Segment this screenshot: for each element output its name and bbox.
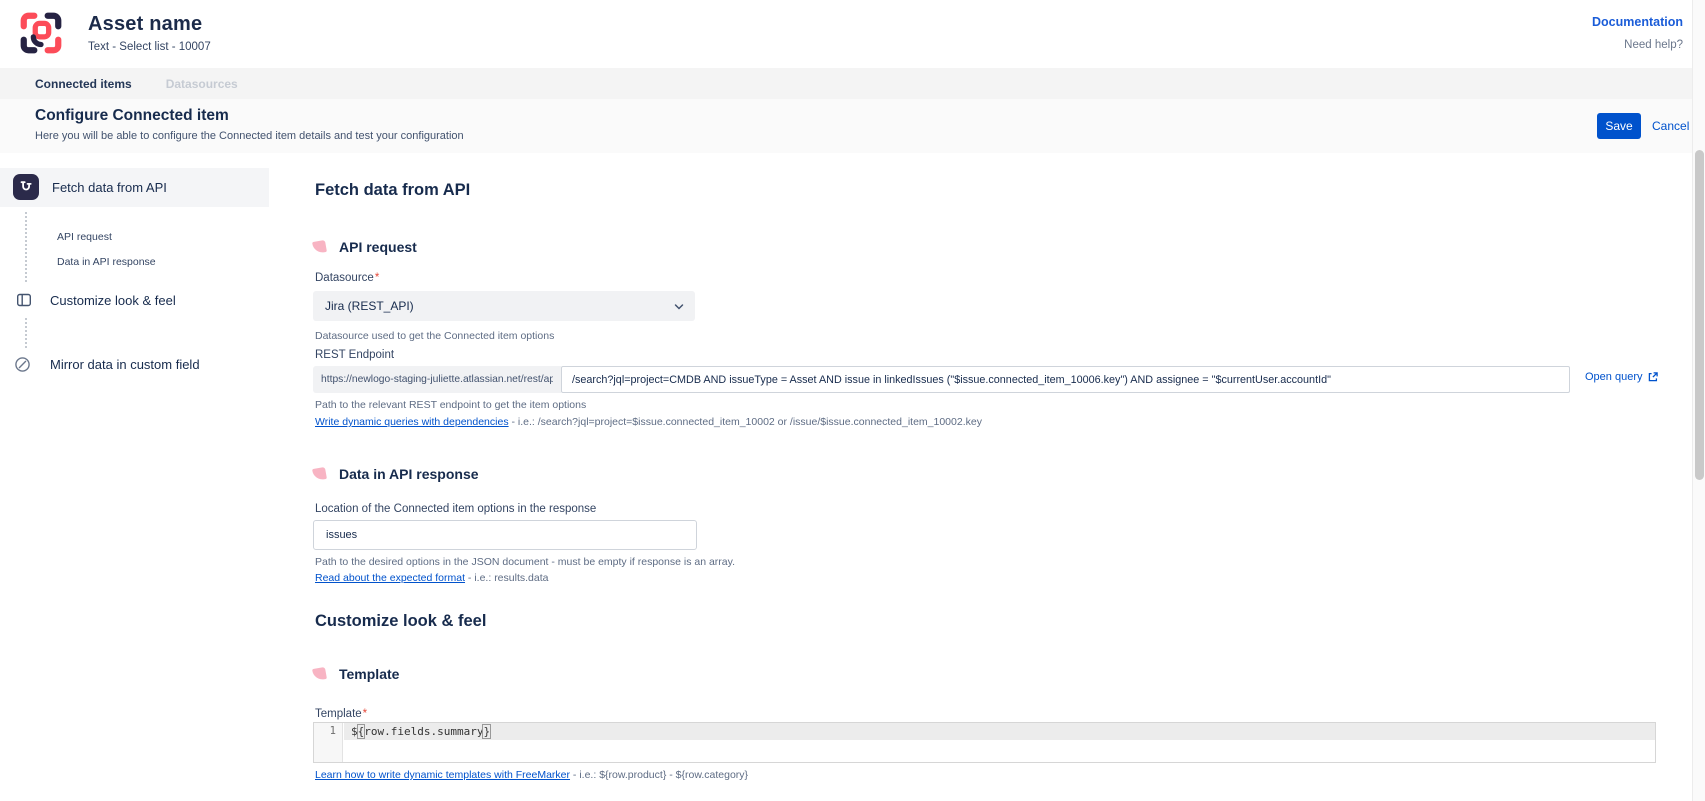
sidebar-item-fetch-data[interactable]: Fetch data from API	[0, 168, 269, 207]
dynamic-queries-line: Write dynamic queries with dependencies …	[315, 416, 982, 428]
chevron-down-icon	[673, 300, 685, 318]
template-code-editor[interactable]: 1 ${row.fields.summary}	[313, 722, 1656, 763]
configure-header: Configure Connected item Here you will b…	[0, 99, 1705, 153]
open-query-link[interactable]: Open query	[1585, 371, 1659, 383]
cancel-button[interactable]: Cancel	[1652, 119, 1689, 133]
sidebar-item-label: Customize look & feel	[50, 293, 176, 308]
section-pink-icon	[312, 667, 327, 681]
need-help-text: Need help?	[1624, 39, 1683, 51]
endpoint-base-url-input[interactable]	[313, 366, 561, 393]
required-asterisk: *	[363, 708, 367, 720]
freemarker-line: Learn how to write dynamic templates wit…	[315, 769, 748, 781]
sidebar-item-api-request[interactable]: API request	[57, 231, 112, 243]
location-label: Location of the Connected item options i…	[315, 503, 596, 515]
endpoint-query-input[interactable]	[561, 366, 1570, 393]
documentation-link[interactable]: Documentation	[1592, 15, 1683, 29]
expected-format-link[interactable]: Read about the expected format	[315, 572, 465, 584]
tab-connected-items[interactable]: Connected items	[35, 77, 132, 91]
template-code: ${row.fields.summary}	[351, 725, 490, 738]
layout-icon	[16, 292, 32, 313]
freemarker-link[interactable]: Learn how to write dynamic templates wit…	[315, 769, 570, 781]
app-logo-icon	[18, 10, 64, 56]
save-button[interactable]: Save	[1597, 113, 1641, 139]
datasource-label: Datasource*	[315, 272, 379, 284]
step-connector	[25, 212, 27, 282]
page-title: Asset name	[88, 13, 211, 36]
field-context-subtitle: Text - Select list - 10007	[88, 41, 211, 53]
expected-format-line: Read about the expected format - i.e.: r…	[315, 572, 548, 584]
sidebar-item-data-in-api-response[interactable]: Data in API response	[57, 256, 156, 268]
datasource-help: Datasource used to get the Connected ite…	[315, 330, 554, 342]
api-response-section-header: Data in API response	[313, 466, 479, 482]
rest-endpoint-label: REST Endpoint	[315, 349, 394, 361]
active-code-line	[344, 723, 1655, 740]
section-pink-icon	[312, 240, 327, 254]
api-request-section-header: API request	[313, 239, 417, 255]
step-connector	[25, 318, 27, 348]
tab-bar: Connected items Datasources	[0, 68, 1705, 99]
dynamic-queries-link[interactable]: Write dynamic queries with dependencies	[315, 416, 509, 428]
configure-title: Configure Connected item	[35, 107, 229, 125]
sidebar-item-label: Mirror data in custom field	[50, 357, 200, 372]
app-header: Asset name Text - Select list - 10007 Do…	[0, 0, 1705, 68]
section-heading-fetch-data: Fetch data from API	[315, 181, 470, 200]
template-label: Template*	[315, 708, 367, 720]
template-section-header: Template	[313, 666, 399, 682]
endpoint-help: Path to the relevant REST endpoint to ge…	[315, 399, 586, 411]
mirror-icon	[14, 356, 31, 378]
scrollbar-thumb[interactable]	[1695, 150, 1704, 480]
line-number: 1	[330, 725, 336, 737]
configure-subtitle: Here you will be able to configure the C…	[35, 130, 464, 142]
app-page: Asset name Text - Select list - 10007 Do…	[0, 0, 1705, 801]
sidebar-item-label: Fetch data from API	[52, 168, 167, 207]
datasource-select[interactable]: Jira (REST_API)	[313, 291, 695, 321]
datasource-selected-value: Jira (REST_API)	[325, 291, 414, 321]
external-link-icon	[1647, 371, 1659, 383]
editor-gutter: 1	[314, 723, 343, 762]
location-input[interactable]	[313, 520, 697, 550]
required-asterisk: *	[375, 272, 379, 284]
section-pink-icon	[312, 467, 327, 481]
tab-datasources[interactable]: Datasources	[166, 77, 238, 91]
location-help: Path to the desired options in the JSON …	[315, 556, 735, 568]
hook-icon	[13, 174, 39, 200]
scrollbar-track	[1692, 0, 1705, 801]
section-heading-customize: Customize look & feel	[315, 612, 486, 631]
